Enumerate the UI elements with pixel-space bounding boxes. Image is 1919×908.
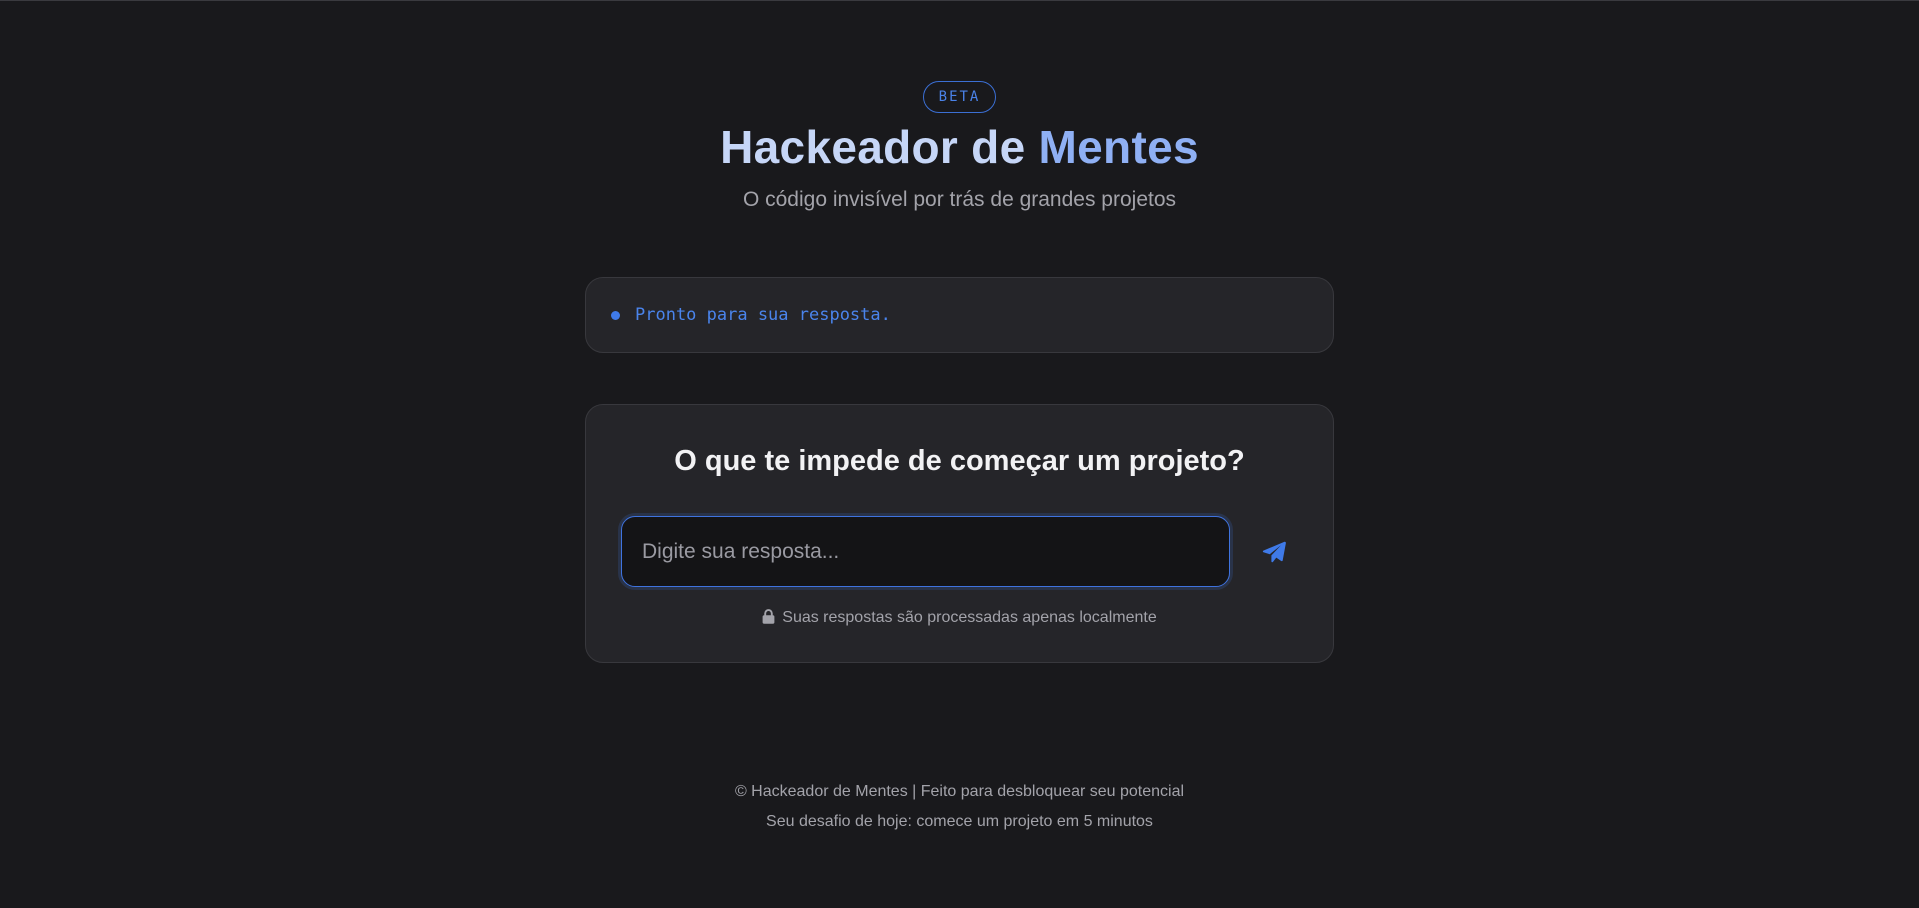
question-title: O que te impede de começar um projeto? bbox=[674, 445, 1245, 477]
privacy-note: Suas respostas são processadas apenas lo… bbox=[586, 608, 1333, 628]
lock-icon bbox=[762, 609, 775, 624]
footer-copyright: © Hackeador de Mentes | Feito para desbl… bbox=[734, 783, 1185, 800]
page-header: BETA Hackeador de Mentes O código invisí… bbox=[0, 81, 1919, 213]
page-title-highlight: Mentes bbox=[1038, 121, 1199, 173]
answer-input[interactable] bbox=[621, 516, 1230, 587]
beta-badge: BETA bbox=[922, 81, 997, 113]
status-panel: Pronto para sua resposta. bbox=[585, 277, 1334, 353]
page-subtitle: O código invisível por trás de grandes p… bbox=[742, 188, 1177, 211]
page-footer: © Hackeador de Mentes | Feito para desbl… bbox=[0, 782, 1919, 842]
status-indicator-dot bbox=[611, 310, 620, 320]
page-title: Hackeador de Mentes bbox=[0, 119, 1919, 175]
privacy-note-text: Suas respostas são processadas apenas lo… bbox=[782, 609, 1157, 626]
page-title-prefix: Hackeador de bbox=[720, 121, 1039, 173]
footer-challenge: Seu desafio de hoje: comece um projeto e… bbox=[766, 813, 1153, 830]
paper-plane-icon bbox=[1262, 541, 1286, 563]
question-card: O que te impede de começar um projeto? S… bbox=[585, 404, 1334, 663]
status-text: Pronto para sua resposta. bbox=[635, 305, 891, 325]
send-button[interactable] bbox=[1253, 531, 1295, 573]
